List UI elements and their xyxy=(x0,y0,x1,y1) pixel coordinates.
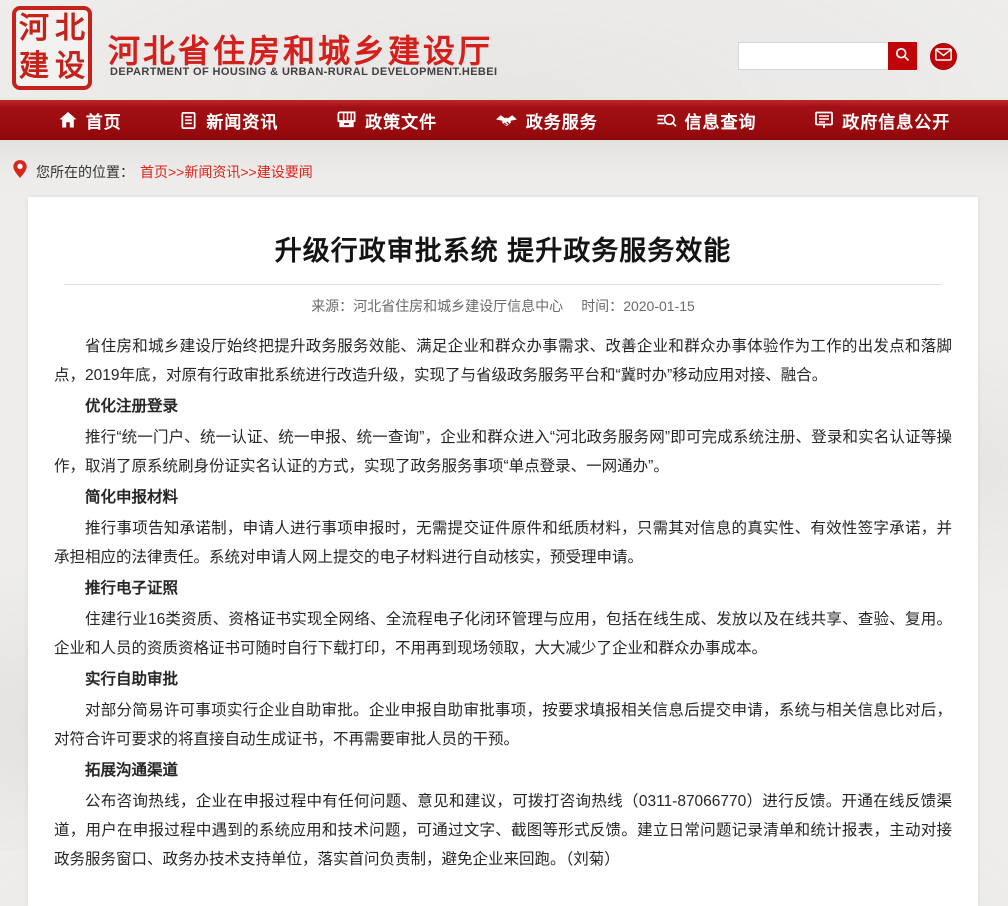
breadcrumb-separator: >> xyxy=(240,164,256,180)
breadcrumb: 您所在的位置： 首页>>新闻资讯>>建设要闻 xyxy=(0,140,1008,197)
breadcrumb-item-home[interactable]: 首页 xyxy=(140,164,168,180)
article-paragraph: 推行“统一门户、统一认证、统一申报、统一查询”，企业和群众进入“河北政务服务网”… xyxy=(54,423,952,481)
notice-board-icon xyxy=(814,110,834,130)
mail-icon xyxy=(935,48,952,64)
breadcrumb-links: 首页>>新闻资讯>>建设要闻 xyxy=(140,162,313,182)
article-paragraph: 推行事项告知承诺制，申请人进行事项申报时，无需提交证件原件和纸质材料，只需其对信… xyxy=(54,514,952,572)
policy-archive-icon xyxy=(336,110,357,130)
title-divider xyxy=(64,284,942,285)
nav-label: 新闻资讯 xyxy=(206,108,278,133)
nav-label: 政务服务 xyxy=(526,108,598,133)
article-section-heading: 推行电子证照 xyxy=(54,574,952,603)
nav-item-home[interactable]: 首页 xyxy=(58,108,122,133)
search-list-icon xyxy=(656,111,677,130)
article-section-heading: 优化注册登录 xyxy=(54,392,952,421)
seal-char: 设 xyxy=(55,52,85,82)
article-meta: 来源：河北省住房和城乡建设厅信息中心 时间：2020-01-15 xyxy=(48,296,958,316)
article-body: 省住房和城乡建设厅始终把提升政务服务效能、满足企业和群众办事需求、改善企业和群众… xyxy=(48,332,958,874)
nav-item-services[interactable]: 政务服务 xyxy=(495,108,598,133)
nav-item-disclosure[interactable]: 政府信息公开 xyxy=(814,108,950,133)
mail-button[interactable] xyxy=(930,43,957,70)
breadcrumb-item-news[interactable]: 新闻资讯 xyxy=(184,164,240,180)
time-value: 2020-01-15 xyxy=(623,298,695,314)
news-icon xyxy=(179,111,198,130)
article-paragraph: 省住房和城乡建设厅始终把提升政务服务效能、满足企业和群众办事需求、改善企业和群众… xyxy=(54,332,952,390)
seal-char: 北 xyxy=(55,14,85,44)
nav-label: 政府信息公开 xyxy=(842,108,950,133)
search-button[interactable] xyxy=(888,42,917,70)
breadcrumb-separator: >> xyxy=(168,164,184,180)
nav-label: 信息查询 xyxy=(685,108,757,133)
article-section-heading: 简化申报材料 xyxy=(54,483,952,512)
site-subtitle: DEPARTMENT OF HOUSING & URBAN-RURAL DEVE… xyxy=(110,66,497,78)
time-label: 时间： xyxy=(581,298,623,314)
nav-item-query[interactable]: 信息查询 xyxy=(656,108,757,133)
header-search xyxy=(738,42,957,70)
article-paragraph: 公布咨询热线，企业在申报过程中有任何问题、意见和建议，可拨打咨询热线（0311-… xyxy=(54,787,952,874)
article-panel: 升级行政审批系统 提升政务服务效能 来源：河北省住房和城乡建设厅信息中心 时间：2… xyxy=(28,197,978,906)
article-paragraph: 对部分简易许可事项实行企业自助审批。企业申报自助审批事项，按要求填报相关信息后提… xyxy=(54,696,952,754)
search-icon xyxy=(894,46,911,66)
location-pin-icon xyxy=(12,159,28,184)
search-input[interactable] xyxy=(738,42,888,70)
seal-char: 河 xyxy=(19,14,49,44)
agency-seal-logo: 河 北 建 设 xyxy=(12,6,92,90)
nav-label: 政策文件 xyxy=(365,108,437,133)
site-header: 河 北 建 设 河北省住房和城乡建设厅 DEPARTMENT OF HOUSIN… xyxy=(0,0,1008,100)
article-paragraph: 住建行业16类资质、资格证书实现全网络、全流程电子化闭环管理与应用，包括在线生成… xyxy=(54,605,952,663)
seal-char: 建 xyxy=(19,52,49,82)
source-value: 河北省住房和城乡建设厅信息中心 xyxy=(353,298,563,314)
handshake-icon xyxy=(495,111,518,130)
nav-item-policy[interactable]: 政策文件 xyxy=(336,108,437,133)
article-section-heading: 实行自助审批 xyxy=(54,665,952,694)
nav-label: 首页 xyxy=(86,108,122,133)
nav-item-news[interactable]: 新闻资讯 xyxy=(179,108,278,133)
main-nav: 首页 新闻资讯 政策文件 政务服务 信息查询 政府信息公开 xyxy=(0,100,1008,140)
article-title: 升级行政审批系统 提升政务服务效能 xyxy=(48,229,958,268)
breadcrumb-label: 您所在的位置： xyxy=(36,162,134,182)
home-icon xyxy=(58,110,78,130)
breadcrumb-item-section[interactable]: 建设要闻 xyxy=(257,164,313,180)
source-label: 来源： xyxy=(311,298,353,314)
article-section-heading: 拓展沟通渠道 xyxy=(54,756,952,785)
